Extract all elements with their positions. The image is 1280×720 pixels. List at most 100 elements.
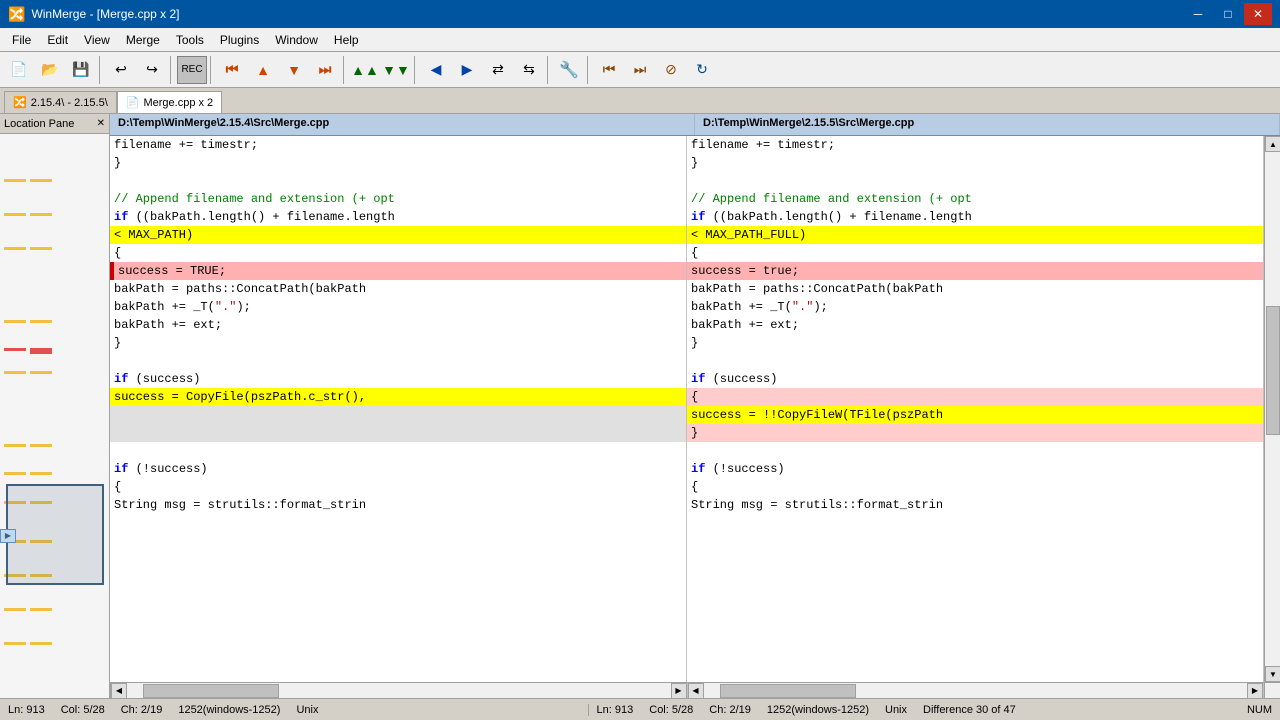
code-text-18 bbox=[110, 442, 125, 460]
rcode-line-15: { bbox=[687, 388, 1263, 406]
next-diff-button[interactable]: ▼ bbox=[279, 56, 309, 84]
menu-view[interactable]: View bbox=[76, 31, 118, 49]
refresh-button[interactable]: ↻ bbox=[687, 56, 717, 84]
rcode-line-11: bakPath += ext; bbox=[687, 316, 1263, 334]
vertical-scrollbar[interactable]: ▲ ▼ bbox=[1264, 136, 1280, 682]
open-button[interactable]: 📂 bbox=[35, 56, 65, 84]
menu-tools[interactable]: Tools bbox=[168, 31, 212, 49]
hscroll-left[interactable]: ◀ ▶ bbox=[110, 683, 688, 698]
status-pane-right: Ln: 913 Col: 5/28 Ch: 2/19 1252(windows-… bbox=[589, 704, 1280, 716]
menu-help[interactable]: Help bbox=[326, 31, 367, 49]
toolbar-separator-2 bbox=[170, 56, 174, 84]
save-button[interactable]: 💾 bbox=[66, 56, 96, 84]
diff-pane-left-inner[interactable]: filename += timestr; } // Append filenam… bbox=[110, 136, 686, 682]
vscroll-thumb[interactable] bbox=[1266, 306, 1280, 435]
diff-content: filename += timestr; } // Append filenam… bbox=[110, 136, 1280, 682]
last-diff-button[interactable]: ⏭ bbox=[310, 56, 340, 84]
hscroll-left-thumb[interactable] bbox=[143, 684, 279, 698]
code-line-7: { bbox=[110, 244, 686, 262]
location-strip-left bbox=[4, 134, 26, 698]
copy-right-button[interactable]: ▶ bbox=[452, 56, 482, 84]
rcode-line-14: if (success) bbox=[687, 370, 1263, 388]
rcode-line-13 bbox=[687, 352, 1263, 370]
dir-next-button[interactable]: ⏭ bbox=[625, 56, 655, 84]
copy-all-button[interactable]: ⇆ bbox=[514, 56, 544, 84]
tab-folder[interactable]: 🔀 2.15.4\ - 2.15.5\ bbox=[4, 91, 117, 113]
menu-merge[interactable]: Merge bbox=[118, 31, 168, 49]
code-text-11: bakPath += ext; bbox=[110, 316, 226, 334]
hscroll-right[interactable]: ◀ ▶ bbox=[688, 683, 1265, 698]
menu-edit[interactable]: Edit bbox=[39, 31, 76, 49]
dir-skip-button[interactable]: ⊘ bbox=[656, 56, 686, 84]
rcode-text-1: filename += timestr; bbox=[687, 136, 839, 154]
rcode-line-10: bakPath += _T("."); bbox=[687, 298, 1263, 316]
rcode-line-2: } bbox=[687, 154, 1263, 172]
rcode-line-1: filename += timestr; bbox=[687, 136, 1263, 154]
hscroll-right-thumb[interactable] bbox=[720, 684, 856, 698]
new-button[interactable]: 📄 bbox=[4, 56, 34, 84]
maximize-button[interactable]: □ bbox=[1214, 3, 1242, 25]
rcode-text-4: // Append filename and extension (+ opt bbox=[687, 190, 976, 208]
vscroll-down[interactable]: ▼ bbox=[1265, 666, 1280, 682]
loc-marker-4 bbox=[4, 320, 26, 323]
hscroll-right-track[interactable] bbox=[704, 684, 1248, 698]
hscroll-left-arrow-left[interactable]: ◀ bbox=[111, 683, 127, 698]
rcode-text-3 bbox=[687, 172, 702, 190]
options-button[interactable]: 🔧 bbox=[554, 56, 584, 84]
rcode-text-7: { bbox=[687, 244, 702, 262]
close-button[interactable]: ✕ bbox=[1244, 3, 1272, 25]
rcode-text-5: if ((bakPath.length() + filename.length bbox=[687, 208, 976, 226]
hscroll-left-arrow-right[interactable]: ▶ bbox=[671, 683, 687, 698]
location-pane-close[interactable]: ✕ bbox=[97, 118, 105, 129]
code-text-21: String msg = strutils::format_strin bbox=[110, 496, 370, 514]
vscroll-up[interactable]: ▲ bbox=[1265, 136, 1280, 152]
diff-pane-left[interactable]: filename += timestr; } // Append filenam… bbox=[110, 136, 687, 682]
hscroll-right-arrow-left[interactable]: ◀ bbox=[688, 683, 704, 698]
title-bar-controls: ─ □ ✕ bbox=[1184, 3, 1272, 25]
loc-marker-r6 bbox=[30, 371, 52, 374]
dir-prev-button[interactable]: ⏮ bbox=[594, 56, 624, 84]
diff-pane-right[interactable]: filename += timestr; } // Append filenam… bbox=[687, 136, 1264, 682]
copy-both-button[interactable]: ⇄ bbox=[483, 56, 513, 84]
main-content: Location Pane ✕ bbox=[0, 114, 1280, 698]
copy-left-button[interactable]: ◀ bbox=[421, 56, 451, 84]
code-text-13 bbox=[110, 352, 125, 370]
rcode-text-13 bbox=[687, 352, 702, 370]
prev-conflict-button[interactable]: ▲▲ bbox=[350, 56, 380, 84]
app-icon: 🔀 bbox=[8, 6, 25, 23]
redo-button[interactable]: ↪ bbox=[137, 56, 167, 84]
menu-file[interactable]: File bbox=[4, 31, 39, 49]
code-line-16 bbox=[110, 406, 686, 424]
hscroll-corner bbox=[1264, 683, 1280, 698]
menu-plugins[interactable]: Plugins bbox=[212, 31, 267, 49]
undo-button[interactable]: ↩ bbox=[106, 56, 136, 84]
code-line-8: success = TRUE; bbox=[110, 262, 686, 280]
hscroll-right-arrow-right[interactable]: ▶ bbox=[1247, 683, 1263, 698]
prev-diff-button[interactable]: ▲ bbox=[248, 56, 278, 84]
loc-marker-12 bbox=[4, 608, 26, 611]
first-diff-button[interactable]: ⏮ bbox=[217, 56, 247, 84]
rcode-text-11: bakPath += ext; bbox=[687, 316, 803, 334]
title-bar-left: 🔀 WinMerge - [Merge.cpp x 2] bbox=[8, 6, 180, 23]
diff-pane-right-inner[interactable]: filename += timestr; } // Append filenam… bbox=[687, 136, 1263, 682]
rcode-line-8: success = true; bbox=[687, 262, 1263, 280]
tab-merge[interactable]: 📄 Merge.cpp x 2 bbox=[117, 91, 222, 113]
script-button[interactable]: REC bbox=[177, 56, 207, 84]
rcode-text-6: < MAX_PATH_FULL) bbox=[687, 226, 810, 244]
rcode-text-18 bbox=[687, 442, 702, 460]
loc-marker-r5 bbox=[30, 348, 52, 354]
code-text-10: bakPath += _T("."); bbox=[110, 298, 255, 316]
menu-window[interactable]: Window bbox=[267, 31, 326, 49]
hscroll-left-track[interactable] bbox=[127, 684, 671, 698]
next-conflict-button[interactable]: ▼▼ bbox=[381, 56, 411, 84]
vscroll-track[interactable] bbox=[1265, 152, 1280, 666]
rcode-text-19: if (!success) bbox=[687, 460, 789, 478]
minimize-button[interactable]: ─ bbox=[1184, 3, 1212, 25]
rcode-text-14: if (success) bbox=[687, 370, 781, 388]
status-right-eol: Unix bbox=[885, 704, 907, 716]
rcode-text-8: success = true; bbox=[687, 262, 803, 280]
status-right-ln: Ln: 913 bbox=[597, 704, 634, 716]
toolbar-separator-5 bbox=[414, 56, 418, 84]
tab-bar: 🔀 2.15.4\ - 2.15.5\ 📄 Merge.cpp x 2 bbox=[0, 88, 1280, 114]
code-text-20: { bbox=[110, 478, 125, 496]
